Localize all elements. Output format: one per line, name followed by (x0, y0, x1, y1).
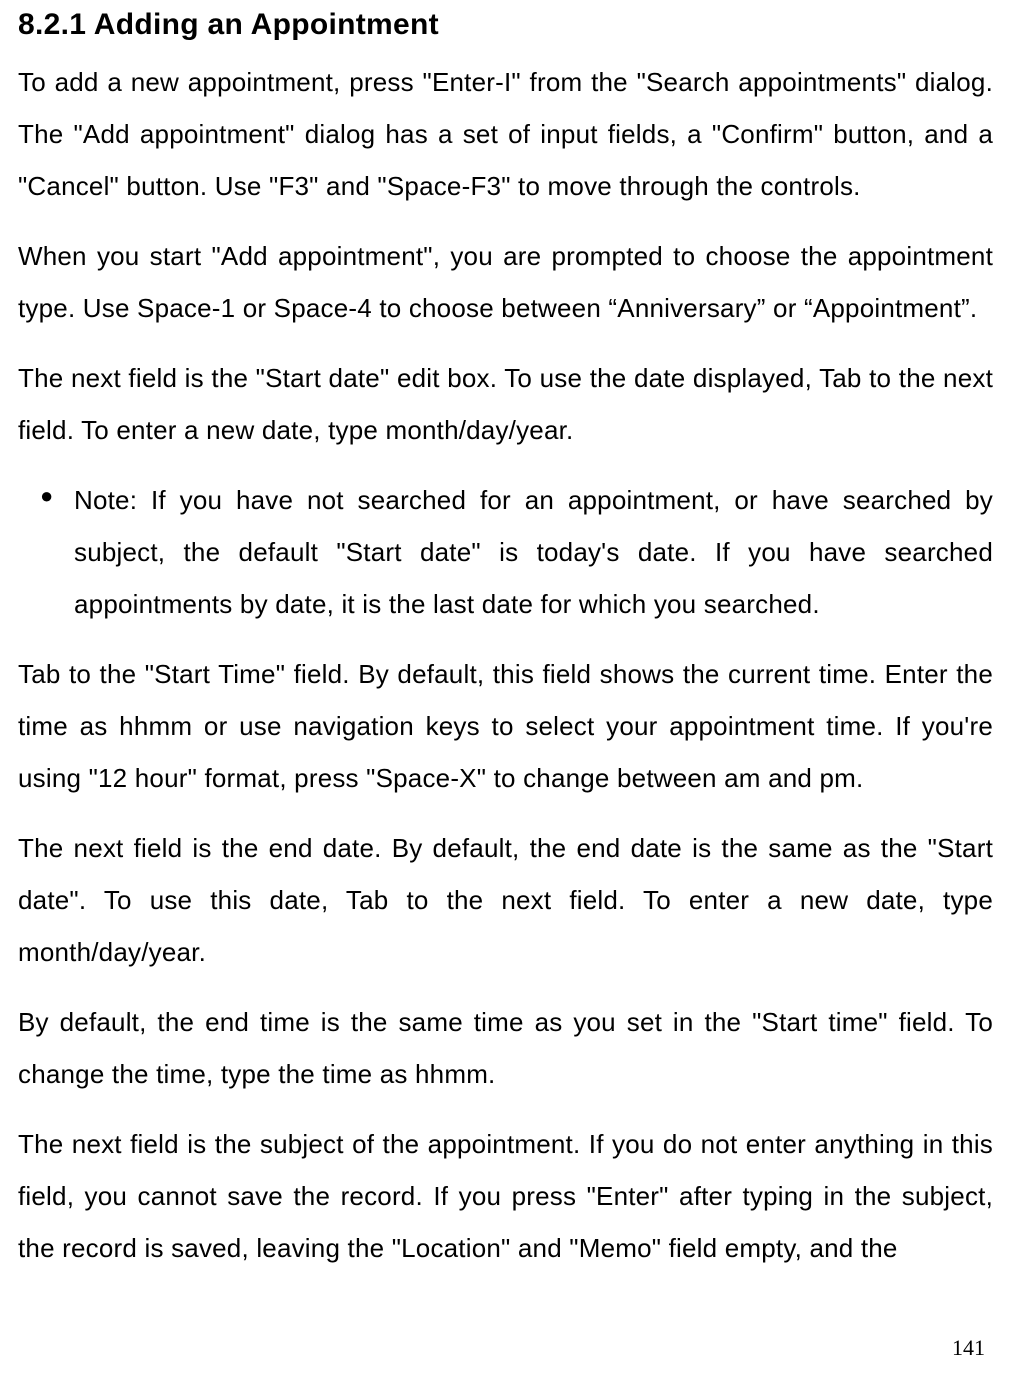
paragraph-subject: The next field is the subject of the app… (18, 1118, 993, 1274)
paragraph-start-date: The next field is the "Start date" edit … (18, 352, 993, 456)
paragraph-type-prompt: When you start "Add appointment", you ar… (18, 230, 993, 334)
paragraph-start-time: Tab to the "Start Time" field. By defaul… (18, 648, 993, 804)
page-number: 141 (952, 1335, 985, 1361)
paragraph-end-time: By default, the end time is the same tim… (18, 996, 993, 1100)
note-item: Note: If you have not searched for an ap… (74, 474, 993, 630)
paragraph-end-date: The next field is the end date. By defau… (18, 822, 993, 978)
paragraph-intro: To add a new appointment, press "Enter-I… (18, 56, 993, 212)
section-heading: 8.2.1 Adding an Appointment (18, 8, 993, 42)
note-list: Note: If you have not searched for an ap… (18, 474, 993, 630)
